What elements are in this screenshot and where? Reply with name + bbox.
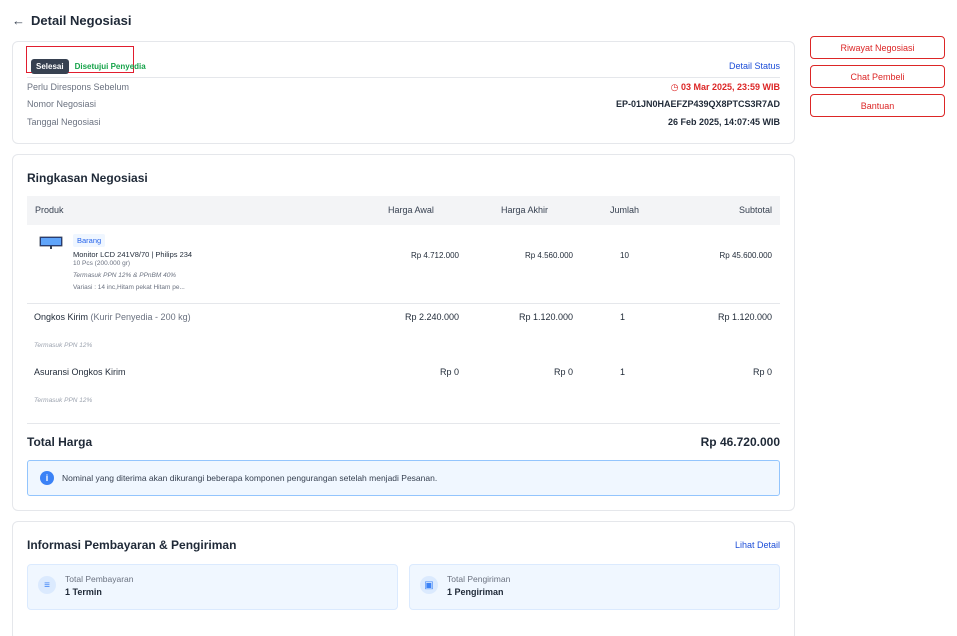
payment-box: ≡ Total Pembayaran 1 Termin bbox=[27, 564, 398, 610]
table-header: Produk Harga Awal Harga Akhir Jumlah Sub… bbox=[27, 196, 780, 225]
info-icon: i bbox=[40, 471, 54, 485]
insurance-subtotal: Rp 0 bbox=[752, 367, 772, 377]
shipping-label: Ongkos Kirim (Kurir Penyedia - 200 kg) bbox=[34, 312, 191, 322]
deadline-row: Perlu Direspons Sebelum ◷ 03 Mar 2025, 2… bbox=[27, 82, 780, 93]
col-subtotal: Subtotal bbox=[738, 205, 772, 215]
insurance-harga-awal: Rp 0 bbox=[439, 367, 459, 377]
lihat-detail-link[interactable]: Lihat Detail bbox=[735, 540, 780, 550]
shipping-tax-note: Termasuk PPN 12% bbox=[34, 342, 93, 349]
col-produk: Produk bbox=[35, 205, 64, 215]
status-state: Disetujui Penyedia bbox=[74, 61, 146, 71]
product-jumlah: 10 bbox=[620, 251, 629, 260]
status-badge: Selesai bbox=[31, 58, 69, 74]
insurance-harga-akhir: Rp 0 bbox=[553, 367, 573, 377]
payment-card: Informasi Pembayaran & Pengiriman Lihat … bbox=[12, 521, 795, 636]
shipping-harga-akhir: Rp 1.120.000 bbox=[518, 312, 573, 322]
product-variant: Variasi : 14 inc,Hitam pekat Hitam pe... bbox=[73, 284, 185, 291]
deadline-value: ◷ 03 Mar 2025, 23:59 WIB bbox=[670, 82, 780, 92]
product-name[interactable]: Monitor LCD 241V8/70 | Philips 234 bbox=[73, 250, 192, 259]
divider bbox=[27, 423, 780, 424]
riwayat-negosiasi-button[interactable]: Riwayat Negosiasi bbox=[810, 36, 945, 59]
payment-title: Informasi Pembayaran & Pengiriman bbox=[27, 538, 237, 552]
detail-status-link[interactable]: Detail Status bbox=[729, 61, 780, 71]
col-harga-awal: Harga Awal bbox=[388, 205, 434, 215]
negotiation-date-row: Tanggal Negosiasi 26 Feb 2025, 14:07:45 … bbox=[27, 117, 780, 127]
insurance-tax-note: Termasuk PPN 12% bbox=[34, 397, 93, 404]
product-harga-akhir: Rp 4.560.000 bbox=[524, 251, 573, 260]
summary-title: Ringkasan Negosiasi bbox=[27, 171, 148, 185]
shipping-subtotal: Rp 1.120.000 bbox=[717, 312, 772, 322]
info-notice: i Nominal yang diterima akan dikurangi b… bbox=[27, 460, 780, 496]
shipping-harga-awal: Rp 2.240.000 bbox=[404, 312, 459, 322]
truck-icon: ▣ bbox=[420, 576, 438, 594]
negotiation-number-value: EP-01JN0HAEFZP439QX8PTCS3R7AD bbox=[615, 99, 780, 109]
layers-icon: ≡ bbox=[38, 576, 56, 594]
arrow-left-icon[interactable]: ← bbox=[12, 13, 25, 28]
divider bbox=[27, 303, 780, 304]
total-label: Total Harga bbox=[27, 435, 93, 449]
shipping-jumlah: 1 bbox=[620, 312, 626, 322]
product-type-tag: Barang bbox=[73, 234, 106, 247]
chat-pembeli-button[interactable]: Chat Pembeli bbox=[810, 65, 945, 88]
negotiation-number-label: Nomor Negosiasi bbox=[27, 99, 97, 109]
bantuan-button[interactable]: Bantuan bbox=[810, 94, 945, 117]
payment-label: Total Pembayaran bbox=[65, 574, 134, 584]
total-value: Rp 46.720.000 bbox=[700, 435, 780, 449]
negotiation-date-label: Tanggal Negosiasi bbox=[27, 117, 101, 127]
insurance-label: Asuransi Ongkos Kirim bbox=[34, 367, 126, 377]
product-qty-weight: 10 Pcs (200.000 gr) bbox=[73, 260, 131, 267]
insurance-jumlah: 1 bbox=[620, 367, 626, 377]
product-harga-awal: Rp 4.712.000 bbox=[410, 251, 459, 260]
deadline-label: Perlu Direspons Sebelum bbox=[27, 82, 130, 92]
page-header: ← Detail Negosiasi bbox=[12, 13, 131, 28]
status-row: Selesai Disetujui Penyedia Detail Status bbox=[27, 55, 780, 77]
monitor-image bbox=[39, 236, 63, 249]
status-card: Selesai Disetujui Penyedia Detail Status… bbox=[12, 41, 795, 144]
col-harga-akhir: Harga Akhir bbox=[501, 205, 549, 215]
notice-text: Nominal yang diterima akan dikurangi beb… bbox=[62, 473, 438, 483]
divider bbox=[27, 77, 780, 78]
negotiation-date-value: 26 Feb 2025, 14:07:45 WIB bbox=[667, 117, 780, 127]
page-title: Detail Negosiasi bbox=[31, 13, 132, 28]
shipping-count-label: Total Pengiriman bbox=[447, 574, 511, 584]
col-jumlah: Jumlah bbox=[610, 205, 640, 215]
negotiation-number-row: Nomor Negosiasi EP-01JN0HAEFZP439QX8PTCS… bbox=[27, 99, 780, 109]
shipping-box: ▣ Total Pengiriman 1 Pengiriman bbox=[409, 564, 780, 610]
summary-card: Ringkasan Negosiasi Produk Harga Awal Ha… bbox=[12, 154, 795, 511]
shipping-count-value: 1 Pengiriman bbox=[447, 587, 504, 597]
product-subtotal: Rp 45.600.000 bbox=[719, 251, 773, 260]
product-tax-note: Termasuk PPN 12% & PPnBM 40% bbox=[73, 272, 177, 279]
clock-icon: ◷ bbox=[670, 82, 679, 92]
payment-value: 1 Termin bbox=[65, 587, 102, 597]
